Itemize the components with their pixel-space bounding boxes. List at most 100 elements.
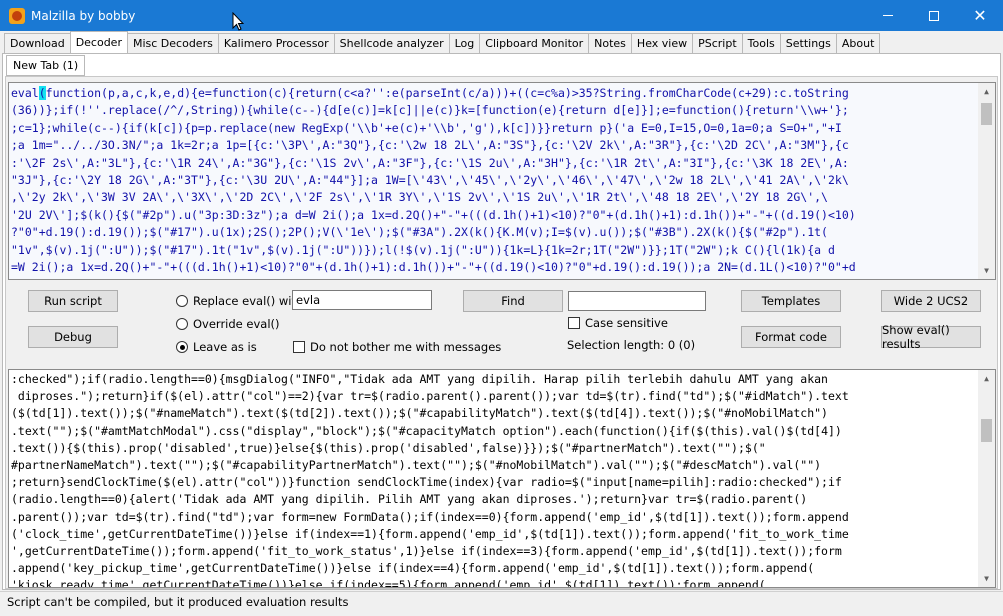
output-line-text: ('clock_time',getCurrentDateTime())}else…	[11, 526, 849, 541]
output-line-text: 'kiosk_ready_time',getCurrentDateTime())…	[11, 578, 766, 588]
output-line-text: diproses.");return}if($(el).attr("col")=…	[11, 389, 849, 404]
run-script-button[interactable]: Run script	[28, 290, 118, 312]
highlighted-paren: (	[38, 86, 46, 100]
tab-tools[interactable]: Tools	[741, 33, 781, 53]
malzilla-app-icon	[9, 7, 25, 24]
scroll-up-icon[interactable]: ▲	[978, 370, 995, 387]
code-segment: eval	[11, 86, 39, 100]
close-button[interactable]: ✕	[957, 0, 1003, 31]
output-line: ('clock_time',getCurrentDateTime())}else…	[11, 526, 977, 543]
format-code-button[interactable]: Format code	[741, 326, 841, 348]
replace-eval-radio[interactable]	[176, 295, 188, 307]
output-line: .text("");$("#amtMatchModal").css("displ…	[11, 423, 977, 440]
output-line-text: .append('key_pickup_time',getCurrentDate…	[11, 561, 815, 576]
code-line: ,\'2y 2k\',\'3W 3V 2A\',\'3X\',\'2D 2C\'…	[11, 190, 828, 205]
replace-eval-label: Replace eval() with	[193, 294, 304, 308]
scroll-thumb[interactable]	[981, 103, 992, 125]
tab-about[interactable]: About	[835, 33, 881, 53]
leave-as-is-label: Leave as is	[193, 340, 257, 354]
script-input-scrollbar[interactable]: ▲ ▼	[978, 83, 995, 279]
leave-as-is-radio[interactable]	[176, 341, 188, 353]
minimize-button[interactable]	[865, 0, 911, 31]
eval-results-text[interactable]: :checked");if(radio.length==0){msgDialog…	[11, 371, 977, 588]
output-line: .append('key_pickup_time',getCurrentDate…	[11, 560, 977, 577]
output-line: (radio.length==0){alert('Tidak ada AMT y…	[11, 491, 977, 508]
code-line: ?"0"+d.19():d.19());$("#17").u(1x);2S();…	[11, 225, 828, 240]
output-line: ',getCurrentDateTime());form.append('fit…	[11, 543, 977, 560]
output-line: ;return}sendClockTime($(el).attr("col"))…	[11, 474, 977, 491]
scroll-down-icon[interactable]: ▼	[978, 570, 995, 587]
code-line: =W 2i();a 1x=d.2Q()+"-"+(((d.1h()+1)<10)…	[11, 260, 856, 275]
mouse-cursor-icon	[232, 12, 244, 31]
find-button[interactable]: Find	[463, 290, 563, 312]
subtab-new-tab-1[interactable]: New Tab (1)	[6, 55, 86, 76]
output-line: 'kiosk_ready_time',getCurrentDateTime())…	[11, 577, 977, 588]
tab-log[interactable]: Log	[448, 33, 481, 53]
decoder-controls: Run script Debug Replace eval() with evl…	[8, 285, 996, 365]
templates-button[interactable]: Templates	[741, 290, 841, 312]
close-icon: ✕	[973, 5, 987, 25]
tab-misc-decoders[interactable]: Misc Decoders	[126, 33, 219, 53]
tab-clipboard-monitor[interactable]: Clipboard Monitor	[479, 33, 590, 53]
case-sensitive-checkbox[interactable]	[568, 317, 580, 329]
output-fragment: $(td[4])	[786, 423, 842, 438]
output-line: diproses.");return}if($(el).attr("col")=…	[11, 388, 977, 405]
scroll-up-icon[interactable]: ▲	[978, 83, 995, 100]
tab-notes[interactable]: Notes	[588, 33, 632, 53]
code-line: ;a 1m="../../3O.3N/";a 1k=2r;a 1p=[{c:'\…	[11, 138, 849, 153]
script-input-text[interactable]: eval(function(p,a,c,k,e,d){e=function(c)…	[11, 85, 975, 279]
replace-eval-input[interactable]: evla	[292, 290, 432, 310]
code-line: :'\2F 2s\',A:"3L"},{c:'\1R 24\',A:"3G"},…	[11, 155, 849, 170]
debug-button[interactable]: Debug	[28, 326, 118, 348]
scroll-thumb[interactable]	[981, 419, 992, 442]
main-tab-bar: Download Decoder Misc Decoders Kalimero Pro…	[4, 31, 881, 53]
no-bother-label: Do not bother me with messages	[310, 340, 502, 354]
output-line-text: #partnerNameMatch").text("");$("#capabil…	[11, 458, 822, 473]
output-line-text: :checked");if(radio.length==0){msgDialog…	[11, 372, 828, 386]
output-line-text: ($(td[1]).text());$("#nameMatch").text($…	[11, 406, 828, 421]
code-line: (36))};if(!''.replace(/^/,String)){while…	[11, 103, 849, 118]
code-line: .1L():d.1L()+":"+(((d.1J()<10)?"0"+d.1J(…	[11, 276, 975, 279]
tab-settings[interactable]: Settings	[779, 33, 837, 53]
output-line: #partnerNameMatch").text("");$("#capabil…	[11, 457, 977, 474]
output-line: ($(td[1]).text());$("#nameMatch").text($…	[11, 405, 977, 422]
tab-decoder[interactable]: Decoder	[69, 31, 128, 53]
eval-results-scrollbar[interactable]: ▲ ▼	[978, 370, 995, 587]
eval-results-area[interactable]: :checked");if(radio.length==0){msgDialog…	[8, 369, 996, 588]
output-line-text: (radio.length==0){alert('Tidak ada AMT y…	[11, 492, 808, 507]
output-line-text: .parent());var td=$(tr).find("td");var f…	[11, 509, 849, 524]
tab-kalimero-processor[interactable]: Kalimero Processor	[217, 33, 335, 53]
no-bother-checkbox[interactable]	[293, 341, 305, 353]
code-line: ;c=1};while(c--){if(k[c]){p=p.replace(ne…	[11, 120, 842, 135]
wide-2-ucs2-button[interactable]: Wide 2 UCS2	[881, 290, 981, 312]
tab-pscript[interactable]: PScript	[692, 33, 743, 53]
output-line: .parent());var td=$(tr).find("td");var f…	[11, 509, 977, 526]
output-line-text: ;return}sendClockTime($(el).attr("col"))…	[11, 475, 842, 490]
minimize-icon	[883, 15, 893, 16]
show-eval-results-button[interactable]: Show eval() results	[881, 323, 981, 351]
selection-length-label: Selection length: 0 (0)	[567, 338, 696, 352]
code-line: '2U 2V\'];$(k(){$("#2p").u("3p:3D:3z");a…	[11, 207, 856, 222]
find-input[interactable]	[568, 291, 706, 311]
window-title: Malzilla by bobby	[31, 8, 136, 23]
override-eval-label: Override eval()	[193, 317, 280, 331]
output-line-text: .text()){$(this).prop('disabled',true)}e…	[11, 440, 766, 455]
maximize-icon	[929, 10, 939, 21]
output-line: .text()){$(this).prop('disabled',true)}e…	[11, 440, 977, 457]
tab-download[interactable]: Download	[4, 33, 71, 53]
code-line: "1v",$(v).1j(":U"));$("#17").1t("1v",$(v…	[11, 242, 835, 257]
override-eval-radio[interactable]	[176, 318, 188, 330]
output-line-text: .text("");$("#amtMatchModal").css("displ…	[11, 423, 787, 438]
tab-hex-view[interactable]: Hex view	[630, 33, 694, 53]
tab-shellcode-analyzer[interactable]: Shellcode analyzer	[333, 33, 450, 53]
code-segment: function(p,a,c,k,e,d){e=function(c){retu…	[45, 86, 849, 100]
status-bar: Script can't be compiled, but it produce…	[0, 591, 1003, 616]
title-bar: Malzilla by bobby ✕	[0, 0, 1003, 31]
output-line-text: ',getCurrentDateTime());form.append('fit…	[11, 544, 842, 559]
maximize-button[interactable]	[911, 0, 957, 31]
output-line: :checked");if(radio.length==0){msgDialog…	[11, 371, 977, 388]
scroll-down-icon[interactable]: ▼	[978, 262, 995, 279]
script-input-area[interactable]: eval(function(p,a,c,k,e,d){e=function(c)…	[8, 82, 996, 280]
case-sensitive-label: Case sensitive	[585, 316, 668, 330]
code-line: "3J"},{c:'\2Y 18 2G\',A:"3T"},{c:'\3U 2U…	[11, 173, 849, 188]
